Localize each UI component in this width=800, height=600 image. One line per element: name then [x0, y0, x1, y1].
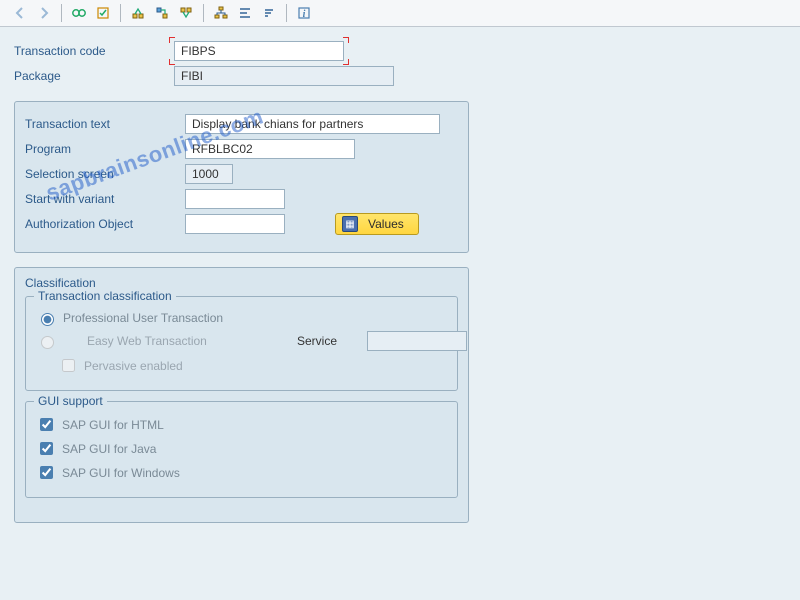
radio-professional-label: Professional User Transaction — [63, 311, 223, 325]
gui-win-label: SAP GUI for Windows — [62, 466, 180, 480]
gui-support-group: GUI support SAP GUI for HTML SAP GUI for… — [25, 401, 458, 498]
tcode-input[interactable] — [174, 41, 344, 61]
gui-java-label: SAP GUI for Java — [62, 442, 156, 456]
sort-icon[interactable] — [259, 3, 279, 23]
gui-java-checkbox[interactable] — [40, 442, 53, 455]
auth-label: Authorization Object — [25, 217, 185, 231]
service-input — [367, 331, 467, 351]
variant-label: Start with variant — [25, 192, 185, 206]
highlight-corner — [169, 59, 175, 65]
details-panel: Transaction text Program Selection scree… — [14, 101, 469, 253]
tcode-label: Transaction code — [14, 44, 174, 58]
gui-win-row: SAP GUI for Windows — [36, 463, 447, 482]
separator — [203, 4, 204, 22]
radio-easyweb — [41, 336, 54, 349]
separator — [61, 4, 62, 22]
align-icon[interactable] — [235, 3, 255, 23]
highlight-corner — [169, 37, 175, 43]
program-input[interactable] — [185, 139, 355, 159]
ttext-input[interactable] — [185, 114, 440, 134]
classification-panel: Classification Transaction classificatio… — [14, 267, 469, 523]
hierarchy-icon[interactable] — [211, 3, 231, 23]
transaction-classification-group: Transaction classification Professional … — [25, 296, 458, 391]
pervasive-checkbox — [62, 359, 75, 372]
back-icon[interactable] — [10, 3, 30, 23]
gui-java-row: SAP GUI for Java — [36, 439, 447, 458]
gui-group-title: GUI support — [34, 394, 107, 408]
gui-html-checkbox[interactable] — [40, 418, 53, 431]
tc-group-title: Transaction classification — [34, 289, 176, 303]
package-label: Package — [14, 69, 174, 83]
variant-input[interactable] — [185, 189, 285, 209]
ttext-label: Transaction text — [25, 117, 185, 131]
radio-professional-row: Professional User Transaction — [36, 310, 447, 326]
pervasive-row: Pervasive enabled — [58, 356, 447, 375]
radio-easyweb-row: Easy Web Transaction Service — [36, 331, 447, 351]
tree-up-icon[interactable] — [128, 3, 148, 23]
selscreen-label: Selection screen — [25, 167, 185, 181]
gui-html-label: SAP GUI for HTML — [62, 418, 164, 432]
selscreen-input — [185, 164, 233, 184]
radio-easyweb-label: Easy Web Transaction — [87, 334, 267, 348]
auth-input[interactable] — [185, 214, 285, 234]
classification-title: Classification — [25, 276, 458, 290]
pervasive-label: Pervasive enabled — [84, 359, 183, 373]
check-icon[interactable] — [93, 3, 113, 23]
values-button[interactable]: ▦ Values — [335, 213, 419, 235]
highlight-corner — [343, 37, 349, 43]
package-input — [174, 66, 394, 86]
radio-professional[interactable] — [41, 313, 54, 326]
highlight-corner — [343, 59, 349, 65]
separator — [120, 4, 121, 22]
display-icon[interactable] — [69, 3, 89, 23]
gui-win-checkbox[interactable] — [40, 466, 53, 479]
separator — [286, 4, 287, 22]
service-label: Service — [297, 334, 337, 348]
tree-down-icon[interactable] — [176, 3, 196, 23]
program-label: Program — [25, 142, 185, 156]
where-used-icon[interactable] — [152, 3, 172, 23]
forward-icon[interactable] — [34, 3, 54, 23]
app-toolbar: i — [0, 0, 800, 27]
values-button-label: Values — [368, 217, 404, 231]
info-icon[interactable]: i — [294, 3, 314, 23]
grid-icon: ▦ — [342, 216, 358, 232]
gui-html-row: SAP GUI for HTML — [36, 415, 447, 434]
svg-text:i: i — [303, 9, 306, 20]
